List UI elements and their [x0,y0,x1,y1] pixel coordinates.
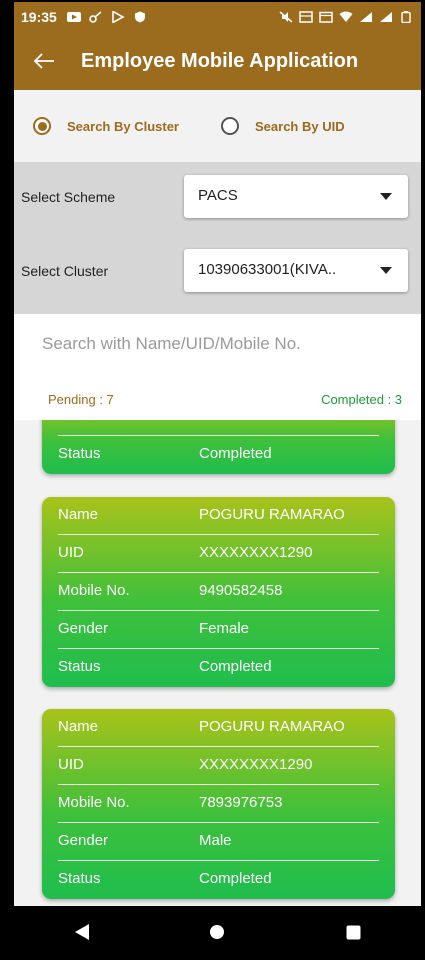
radio-unchecked-icon [221,117,239,135]
card-row-uid-hidden [42,420,395,436]
nav-back-icon [74,924,89,940]
card-row-uid: UID XXXXXXXX1290 [42,747,395,785]
status-bar: 19:35 [14,2,421,32]
gender-value: Female [199,620,250,637]
mobile-key: Mobile No. [58,582,130,599]
mobile-value: 7893976753 [199,794,283,811]
card-row-mobile: Mobile No. 9490582458 [42,573,395,611]
status-key: Status [58,658,101,675]
search-input[interactable] [28,320,411,368]
status-value: Completed [199,870,272,887]
employee-card[interactable]: Status Completed [42,420,395,474]
caret-down-icon [380,193,392,200]
search-by-cluster-radio[interactable]: Search By Cluster [33,117,179,135]
storage-icon [299,11,313,23]
nav-recents-icon [346,925,361,939]
system-icons [279,11,413,23]
status-key: Status [58,870,101,887]
cluster-row: Select Cluster 10390633001(KIVA.. [14,249,421,293]
uid-value: XXXXXXXX1290 [199,756,313,773]
wifi-icon [339,11,353,22]
card-row-gender: Gender Male [42,823,395,861]
card-row-status: Status Completed [42,436,395,474]
system-nav-bar [14,906,421,958]
employee-list[interactable]: Status Completed Name POGURU RAMARAO UID… [14,420,421,906]
card-row-gender: Gender Female [42,611,395,649]
pending-count: Pending : 7 [48,391,114,407]
counts-bar: Pending : 7 Completed : 3 [28,378,411,420]
back-arrow-icon [33,53,54,69]
nav-home-button[interactable] [193,912,241,952]
status-value: Completed [199,658,272,675]
uid-key: UID [58,544,84,561]
scheme-label: Select Scheme [21,189,116,205]
completed-count: Completed : 3 [321,391,402,407]
card-row-name: Name POGURU RAMARAO [42,497,395,535]
notification-icons [66,11,147,23]
card-row-status: Status Completed [42,649,395,687]
scheme-value: PACS [198,187,238,204]
name-key: Name [58,718,99,735]
card-row-uid: UID XXXXXXXX1290 [42,535,395,573]
mute-icon [279,11,293,23]
signal-icon-2 [380,12,392,22]
nav-recents-button[interactable] [329,912,377,952]
nav-home-icon [210,925,225,939]
filters-panel: Select Scheme PACS Select Cluster 103906… [14,162,421,314]
search-by-uid-label: Search By UID [255,118,345,134]
name-value: POGURU RAMARAO [199,506,345,523]
app-bar: Employee Mobile Application [14,32,421,90]
search-mode-radio-group: Search By Cluster Search By UID [14,90,421,162]
scheme-select[interactable]: PACS [184,175,408,218]
card-row-name: Name POGURU RAMARAO [42,709,395,747]
cluster-select[interactable]: 10390633001(KIVA.. [184,249,408,292]
gender-key: Gender [58,832,109,849]
radio-checked-icon [33,117,51,135]
calendar-icon [319,11,333,23]
back-button[interactable] [20,37,68,85]
uid-value: XXXXXXXX1290 [199,544,313,561]
video-icon [66,12,81,22]
gender-key: Gender [58,620,109,637]
mobile-key: Mobile No. [58,794,130,811]
cluster-label: Select Cluster [21,263,109,279]
name-key: Name [58,506,99,523]
search-by-cluster-label: Search By Cluster [67,118,179,134]
app-screen: 19:35 Employee Mobile Application Search… [14,2,421,958]
gender-value: Male [199,832,232,849]
signal-icon [360,12,372,22]
play-store-icon [112,11,125,23]
mobile-value: 9490582458 [199,582,283,599]
search-by-uid-radio[interactable]: Search By UID [221,117,345,135]
search-box [28,320,411,368]
status-key: Status [58,445,101,462]
caret-down-icon [380,267,392,274]
card-row-status: Status Completed [42,861,395,899]
status-time: 19:35 [21,9,57,25]
card-row-mobile: Mobile No. 7893976753 [42,785,395,823]
uid-key: UID [58,756,84,773]
employee-card[interactable]: Name POGURU RAMARAO UID XXXXXXXX1290 Mob… [42,709,395,899]
shield-icon [134,11,145,23]
page-title: Employee Mobile Application [81,49,359,72]
cluster-value: 10390633001(KIVA.. [198,261,337,278]
status-value: Completed [199,445,272,462]
scheme-row: Select Scheme PACS [14,175,421,219]
employee-card[interactable]: Name POGURU RAMARAO UID XXXXXXXX1290 Mob… [42,497,395,687]
name-value: POGURU RAMARAO [199,718,345,735]
nav-back-button[interactable] [58,912,106,952]
battery-icon [401,11,411,23]
key-icon [89,11,102,23]
